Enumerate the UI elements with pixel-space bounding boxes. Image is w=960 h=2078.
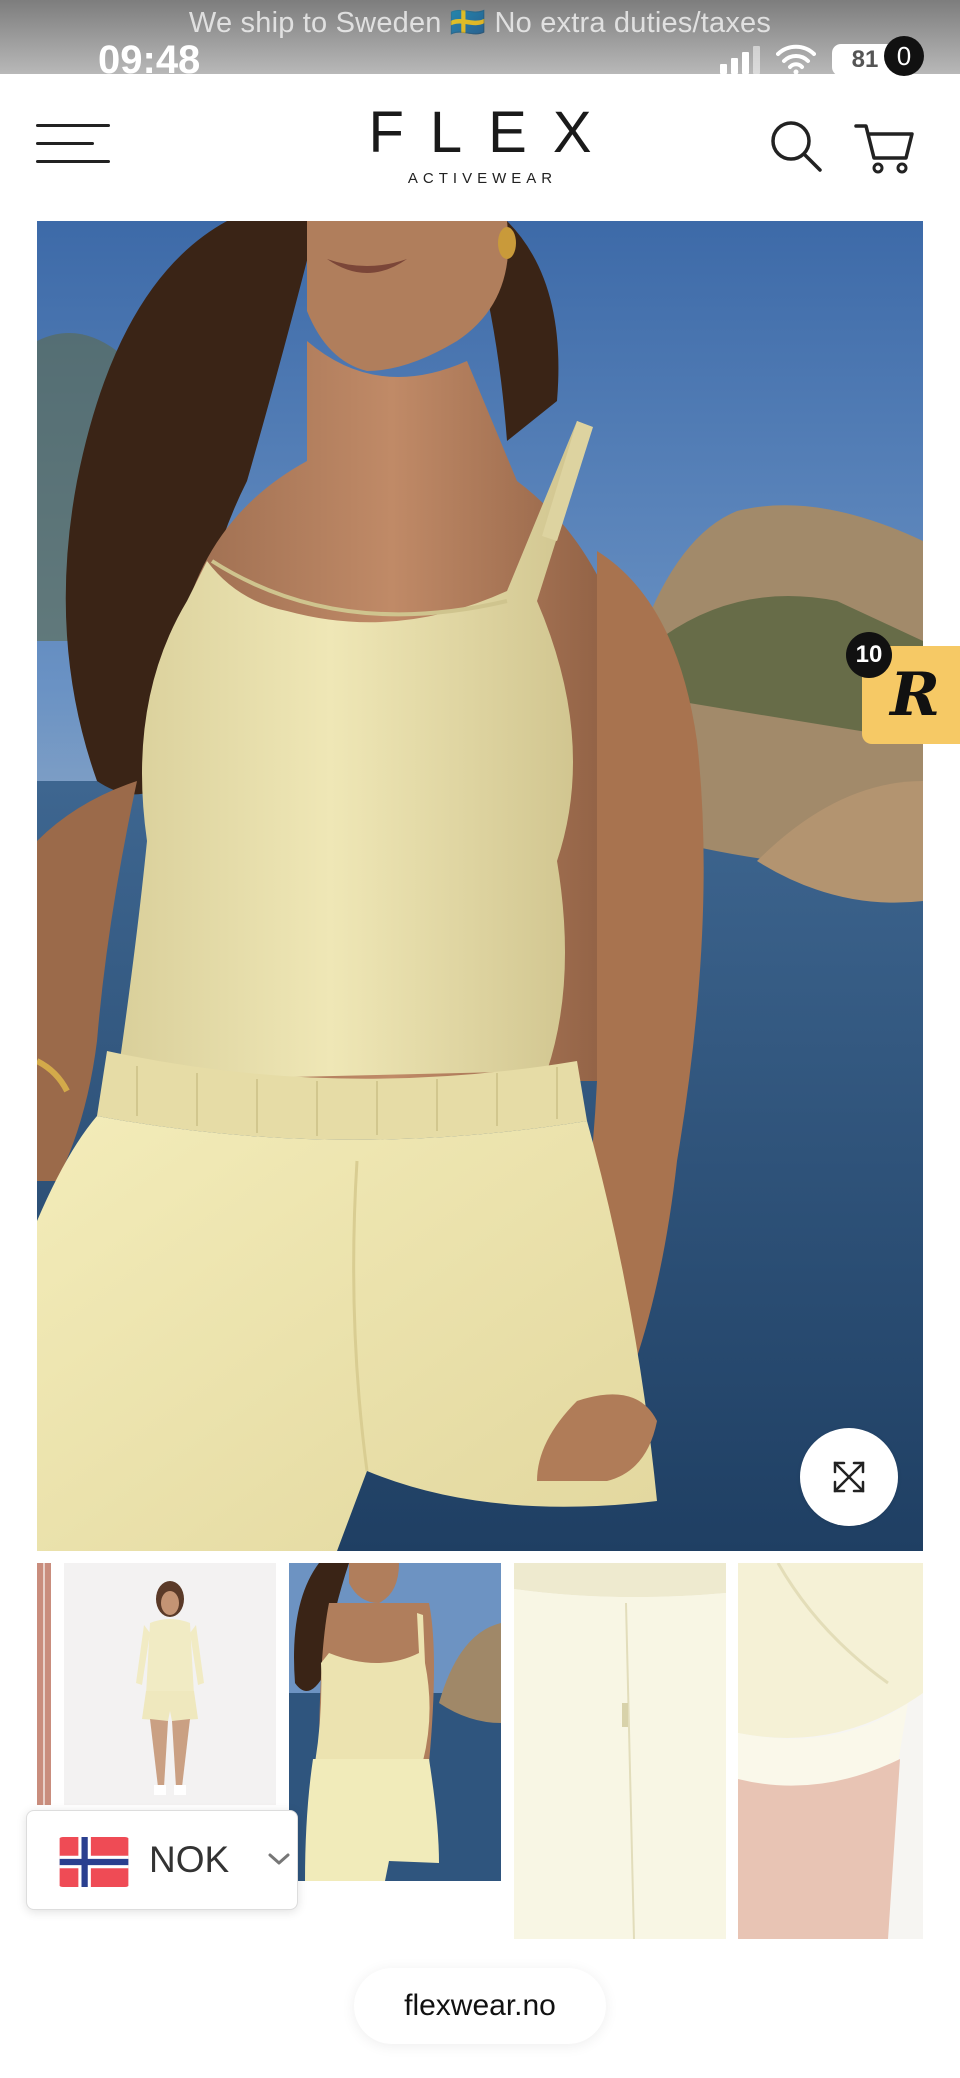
hamburger-menu-icon[interactable] <box>36 124 112 166</box>
thumbnail-studio-shot[interactable] <box>64 1563 276 1805</box>
cart-icon[interactable] <box>852 112 918 178</box>
chevron-down-icon <box>268 1853 290 1865</box>
wifi-icon <box>776 44 816 74</box>
shipping-banner: We ship to Sweden 🇸🇪 No extra duties/tax… <box>188 7 772 39</box>
rewards-logo-icon: R <box>890 660 940 730</box>
thumbnail-shorts-hem-detail[interactable] <box>738 1563 923 1939</box>
top-strip: We ship to Sweden 🇸🇪 No extra duties/tax… <box>0 0 960 74</box>
currency-code: NOK <box>149 1839 230 1880</box>
norway-flag-icon <box>57 1837 131 1887</box>
rewards-count-badge: 10 <box>846 632 892 678</box>
search-icon[interactable] <box>768 118 824 174</box>
logo-sub-text: ACTIVEWEAR <box>407 170 558 187</box>
currency-selector[interactable]: NOK <box>26 1810 298 1910</box>
site-header: FLEX ACTIVEWEAR <box>0 74 960 220</box>
signal-icon <box>720 44 760 74</box>
browser-url-pill[interactable]: flexwear.no <box>354 1968 606 2044</box>
expand-icon <box>833 1461 865 1493</box>
status-time: 09:48 <box>98 38 201 74</box>
thumbnail-sliver[interactable] <box>37 1563 51 1805</box>
status-icons: 81 <box>720 44 905 74</box>
brand-logo[interactable]: FLEX ACTIVEWEAR <box>330 100 630 188</box>
thumbnail-shorts-side-detail[interactable] <box>514 1563 726 1939</box>
thumbnail-beach-shot[interactable] <box>289 1563 501 1881</box>
main-product-image[interactable] <box>37 221 923 1551</box>
expand-image-button[interactable] <box>800 1428 898 1526</box>
logo-main-text: FLEX <box>368 100 618 165</box>
cart-count-badge[interactable]: 0 <box>884 36 924 76</box>
